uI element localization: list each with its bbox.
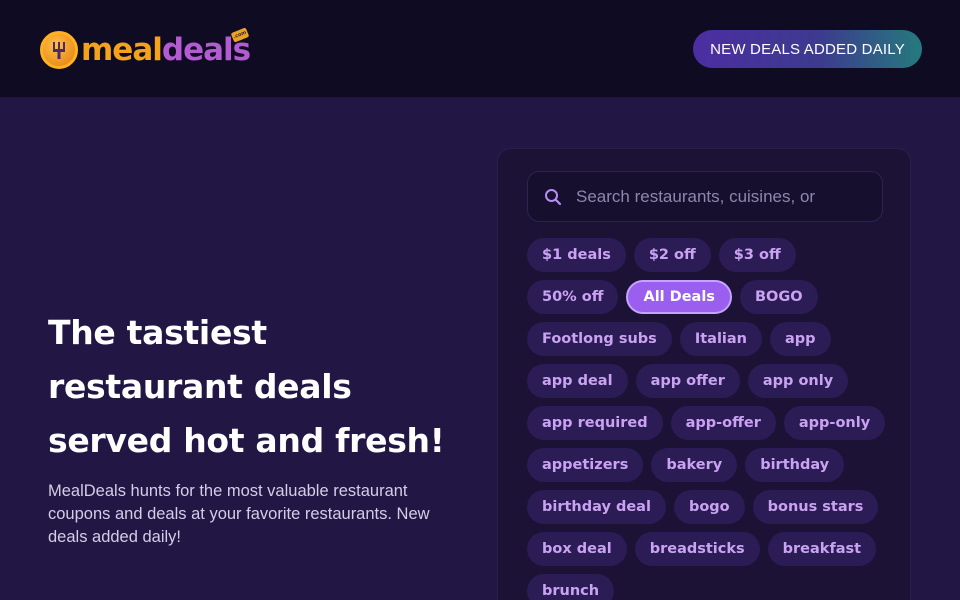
deal-tag[interactable]: bakery: [651, 448, 738, 482]
deal-tag[interactable]: $2 off: [633, 238, 711, 272]
deal-tag[interactable]: app: [770, 322, 831, 356]
deal-tag[interactable]: birthday: [745, 448, 845, 482]
deal-tag[interactable]: $1 deals: [527, 238, 626, 272]
deal-tag[interactable]: Footlong subs: [527, 322, 672, 356]
deal-tag[interactable]: 50% off: [527, 280, 619, 314]
deal-tag[interactable]: box deal: [527, 532, 627, 566]
deal-tag[interactable]: app only: [747, 364, 849, 398]
deal-tag-list: $1 deals $2 off $3 off 50% off All Deals BOGO…: [527, 238, 887, 600]
deal-tag[interactable]: brunch: [527, 574, 615, 600]
search-panel: $1 deals$2 off$3 off 50% offAll DealsBOGO…: [497, 148, 911, 600]
deal-tag[interactable]: app offer: [635, 364, 740, 398]
deal-tag[interactable]: All Deals: [626, 280, 732, 314]
fork-coin-logo-icon: [40, 31, 78, 69]
deal-tag[interactable]: app-only: [783, 406, 886, 440]
deal-tag[interactable]: $3 off: [718, 238, 796, 272]
search-box[interactable]: [527, 171, 883, 222]
deal-tag[interactable]: appetizers: [527, 448, 644, 482]
hero-title: The tastiest restaurant deals served hot…: [48, 313, 445, 460]
search-input[interactable]: [576, 181, 866, 212]
site-header: mealdeals .com NEW DEALS ADDED DAILY: [0, 0, 960, 98]
deal-tag[interactable]: bogo: [673, 490, 745, 524]
hero-description: MealDeals hunts for the most valuable re…: [48, 482, 430, 546]
deal-tag[interactable]: birthday deal: [527, 490, 666, 524]
new-deals-badge: NEW DEALS ADDED DAILY: [693, 30, 922, 68]
deal-tag[interactable]: app deal: [527, 364, 628, 398]
deal-tag[interactable]: BOGO: [739, 280, 818, 314]
logo-wordmark: mealdeals: [81, 32, 251, 68]
deal-tag[interactable]: breakfast: [767, 532, 877, 566]
deal-tag[interactable]: app-offer: [670, 406, 776, 440]
deal-tag[interactable]: app required: [527, 406, 663, 440]
mealdeals-logo[interactable]: mealdeals .com: [40, 27, 251, 70]
deal-tag[interactable]: Italian: [679, 322, 762, 356]
search-icon: [544, 188, 562, 206]
deal-tag[interactable]: bonus stars: [752, 490, 879, 524]
deal-tag[interactable]: breadsticks: [634, 532, 760, 566]
hero-section: The tastiest restaurant deals served hot…: [48, 306, 468, 549]
